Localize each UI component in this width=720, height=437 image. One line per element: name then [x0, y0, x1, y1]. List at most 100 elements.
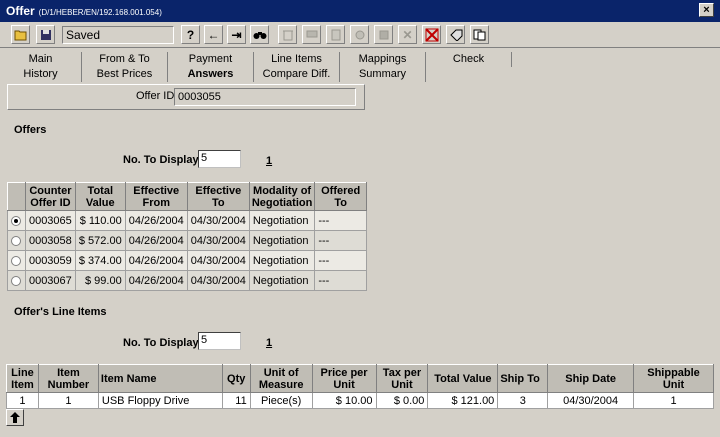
total-value: $ 572.00: [74, 230, 126, 251]
effective-from: 04/26/2004: [124, 230, 188, 251]
total-value: $ 121.00: [427, 392, 499, 409]
column-header[interactable]: Shippable Unit: [633, 364, 714, 393]
column-header[interactable]: Price per Unit: [311, 364, 377, 393]
column-header[interactable]: Total Value: [427, 364, 499, 393]
line-items-display-label: No. To Display :: [123, 337, 206, 349]
scroll-up-button[interactable]: [6, 409, 24, 426]
offer-id-label: Offer ID: [136, 90, 175, 102]
effective-from: 04/26/2004: [124, 250, 188, 271]
column-header[interactable]: Qty: [221, 364, 251, 393]
tax-per-unit: $ 0.00: [375, 392, 429, 409]
transfer-icon[interactable]: [374, 25, 393, 44]
column-header[interactable]: Modality of Negotiation: [248, 182, 316, 211]
tab-compare-diff[interactable]: Compare Diff.: [254, 67, 340, 82]
hand-icon[interactable]: [350, 25, 369, 44]
offers-display-input[interactable]: 5: [198, 150, 241, 168]
cancel-x-icon[interactable]: ✕: [398, 25, 417, 44]
comment-icon[interactable]: [302, 25, 321, 44]
column-header[interactable]: Tax per Unit: [375, 364, 429, 393]
offered-to: ---: [314, 230, 367, 251]
offers-page-link[interactable]: 1: [266, 155, 272, 167]
offered-to: ---: [314, 250, 367, 271]
line-items-display-input[interactable]: 5: [198, 332, 241, 350]
delete-trash-icon[interactable]: [278, 25, 297, 44]
column-header[interactable]: Unit of Measure: [249, 364, 313, 393]
tab-from-to[interactable]: From & To: [82, 52, 168, 67]
counter-offer-id: 0003067: [24, 270, 76, 291]
row-radio-cell[interactable]: [7, 250, 26, 271]
column-header[interactable]: Item Number: [37, 364, 99, 393]
grid-x-icon[interactable]: [422, 25, 441, 44]
tab-check[interactable]: Check: [426, 52, 512, 67]
table-row[interactable]: 0003065 $ 110.00 04/26/2004 04/30/2004 N…: [7, 210, 367, 231]
row-radio-cell[interactable]: [7, 270, 26, 291]
help-icon[interactable]: ?: [181, 25, 200, 44]
column-header[interactable]: Total Value: [74, 182, 126, 211]
effective-to: 04/30/2004: [186, 270, 250, 291]
total-value: $ 374.00: [74, 250, 126, 271]
effective-to: 04/30/2004: [186, 250, 250, 271]
effective-from: 04/26/2004: [124, 210, 188, 231]
exit-icon[interactable]: ⇥: [227, 25, 246, 44]
copy-icon[interactable]: [470, 25, 489, 44]
column-header[interactable]: Line Item: [6, 364, 39, 393]
modality: Negotiation: [248, 250, 316, 271]
column-header[interactable]: Offered To: [314, 182, 367, 211]
effective-to: 04/30/2004: [186, 210, 250, 231]
table-row[interactable]: 1 1 USB Floppy Drive 11 Piece(s) $ 10.00…: [6, 392, 714, 409]
open-folder-icon[interactable]: [11, 25, 30, 44]
up-arrow-icon: [10, 412, 20, 423]
price-per-unit: $ 10.00: [311, 392, 377, 409]
column-header[interactable]: Counter Offer ID: [24, 182, 76, 211]
counter-offer-id: 0003058: [24, 230, 76, 251]
row-radio[interactable]: [11, 275, 22, 286]
column-header[interactable]: Ship To: [497, 364, 549, 393]
line-items-page-link[interactable]: 1: [266, 337, 272, 349]
offered-to: ---: [314, 210, 367, 231]
table-row[interactable]: 0003067 $ 99.00 04/26/2004 04/30/2004 Ne…: [7, 270, 367, 291]
offers-header-row: Counter Offer ID Total Value Effective F…: [7, 182, 367, 211]
tag-icon[interactable]: [446, 25, 465, 44]
row-radio-cell[interactable]: [7, 210, 26, 231]
ship-to: 3: [497, 392, 549, 409]
window-subtitle: (D/1/HEBER/EN/192.168.001.054): [38, 7, 162, 17]
counter-offer-id: 0003059: [24, 250, 76, 271]
offers-display-label: No. To Display :: [123, 154, 206, 166]
window-title: Offer: [6, 4, 35, 18]
line-items-title: Offer's Line Items: [14, 306, 107, 318]
save-icon[interactable]: [36, 25, 55, 44]
tab-best-prices[interactable]: Best Prices: [82, 67, 168, 82]
table-row[interactable]: 0003059 $ 374.00 04/26/2004 04/30/2004 N…: [7, 250, 367, 271]
offers-title: Offers: [14, 124, 47, 136]
tab-summary[interactable]: Summary: [340, 67, 426, 82]
column-header[interactable]: Ship Date: [547, 364, 635, 393]
back-arrow-icon[interactable]: ←: [204, 25, 223, 44]
effective-to: 04/30/2004: [186, 230, 250, 251]
item-name: USB Floppy Drive: [97, 392, 223, 409]
table-row[interactable]: 0003058 $ 572.00 04/26/2004 04/30/2004 N…: [7, 230, 367, 251]
row-radio-cell[interactable]: [7, 230, 26, 251]
tab-line-items[interactable]: Line Items: [254, 52, 340, 67]
tab-mappings[interactable]: Mappings: [340, 52, 426, 67]
row-radio[interactable]: [11, 255, 22, 266]
tab-history[interactable]: History: [0, 67, 82, 82]
find-binoculars-icon[interactable]: [250, 25, 269, 44]
counter-offer-id: 0003065: [24, 210, 76, 231]
column-header[interactable]: Item Name: [97, 364, 223, 393]
tab-payment[interactable]: Payment: [168, 52, 254, 67]
column-header[interactable]: Effective To: [186, 182, 250, 211]
check-doc-icon[interactable]: [326, 25, 345, 44]
item-number: 1: [37, 392, 99, 409]
shippable-unit: 1: [633, 392, 714, 409]
tab-main[interactable]: Main: [0, 52, 82, 67]
modality: Negotiation: [248, 230, 316, 251]
line-items-header-row: Line Item Item Number Item Name Qty Unit…: [6, 364, 714, 393]
offer-id-panel: Offer ID 0003055: [7, 84, 365, 110]
tab-row-2: History Best Prices Answers Compare Diff…: [0, 67, 426, 82]
tab-answers[interactable]: Answers: [168, 67, 254, 82]
row-radio[interactable]: [11, 235, 22, 246]
close-button[interactable]: ×: [699, 3, 714, 17]
ship-date: 04/30/2004: [547, 392, 635, 409]
row-radio[interactable]: [11, 215, 22, 226]
column-header[interactable]: Effective From: [124, 182, 188, 211]
